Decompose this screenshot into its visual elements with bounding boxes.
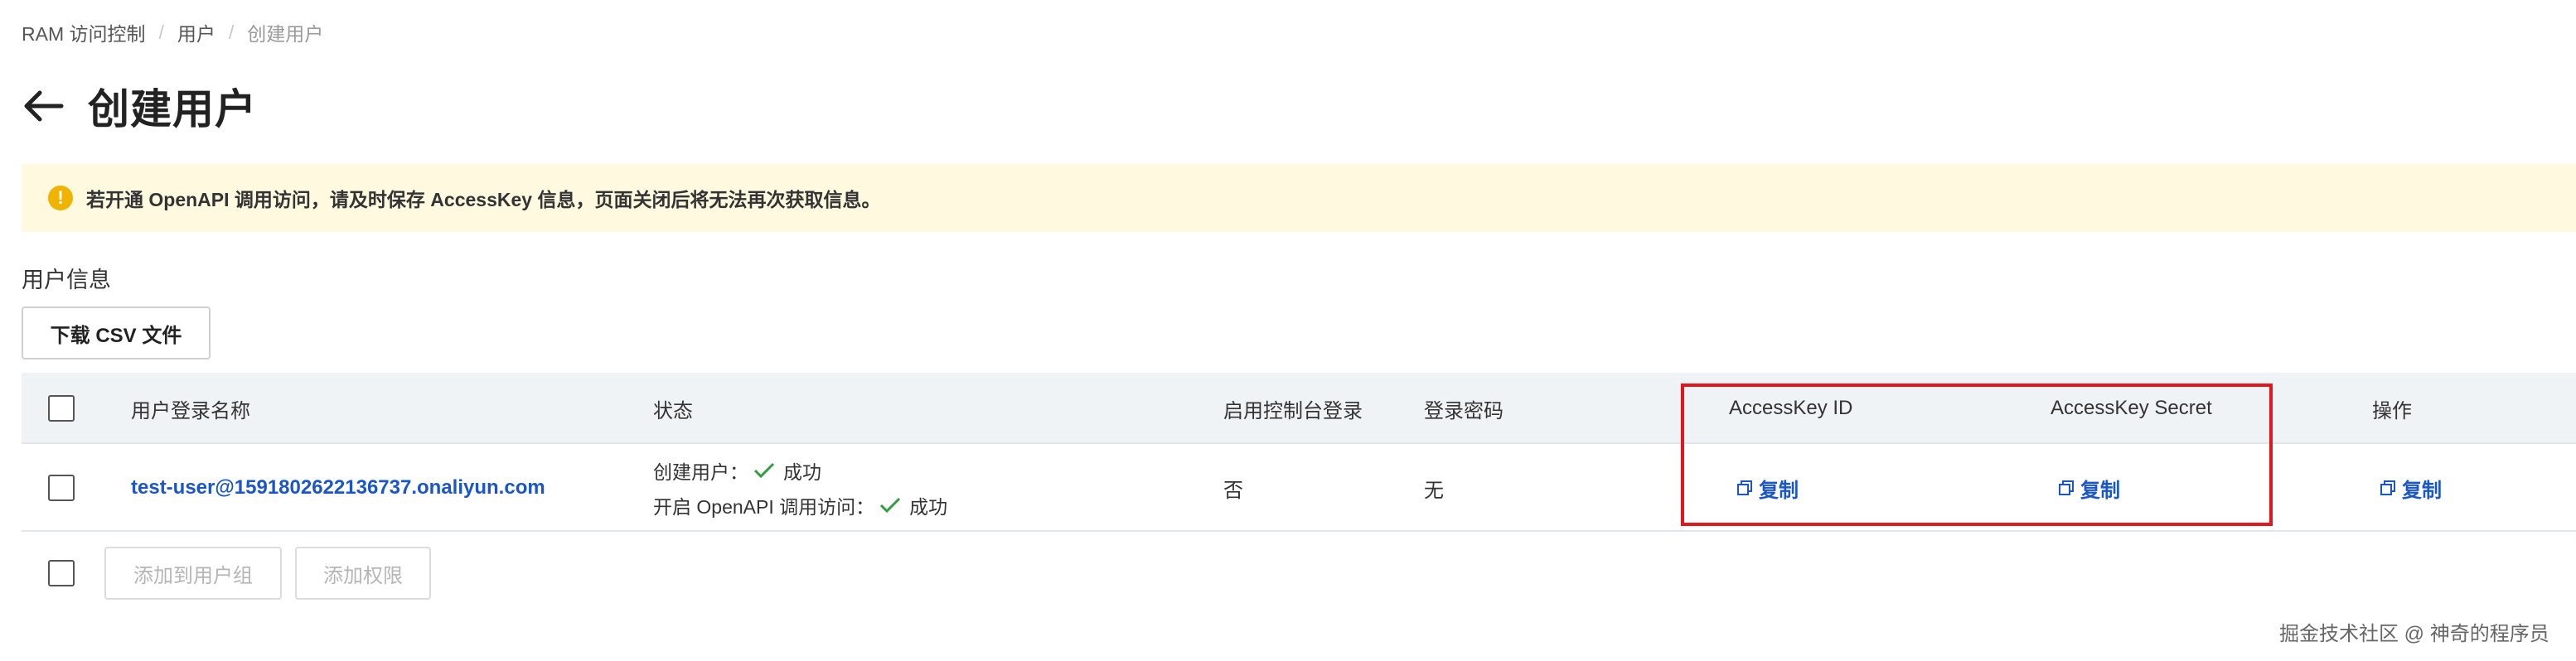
select-all-checkbox[interactable] (48, 395, 75, 422)
copy-icon (2380, 480, 2395, 495)
page-header: 创建用户 (22, 76, 257, 136)
status-label: 创建用户： (653, 461, 748, 483)
copy-accesskey-id-button[interactable]: 复制 (1737, 444, 1799, 532)
column-header-accesskey-secret: AccessKey Secret (2051, 397, 2212, 419)
status-openapi: 开启 OpenAPI 调用访问： 成功 (653, 491, 947, 519)
breadcrumb-separator: / (228, 21, 235, 43)
status-value: 成功 (909, 496, 948, 518)
breadcrumb-item-ram[interactable]: RAM 访问控制 (22, 18, 146, 46)
status-value: 成功 (783, 461, 821, 483)
breadcrumb-item-current: 创建用户 (247, 23, 324, 45)
table-row: test-user@1591802622136737.onaliyun.com … (22, 444, 2576, 532)
status-create-user: 创建用户： 成功 (653, 456, 821, 485)
check-icon (880, 497, 901, 514)
copy-label: 复制 (1759, 479, 1799, 502)
column-header-status: 状态 (653, 399, 693, 422)
status-cell: 创建用户： 成功 开启 OpenAPI 调用访问： 成功 (653, 444, 947, 532)
add-to-group-button[interactable]: 添加到用户组 (104, 547, 282, 600)
arrow-left-icon[interactable] (22, 88, 65, 124)
copy-operation-button[interactable]: 复制 (2380, 444, 2442, 532)
console-login-value: 否 (1223, 479, 1243, 502)
check-icon (753, 462, 775, 479)
column-header-operation: 操作 (2372, 399, 2412, 422)
user-login-name-link[interactable]: test-user@1591802622136737.onaliyun.com (131, 444, 545, 532)
copy-icon (1737, 480, 1752, 495)
copy-label: 复制 (2080, 479, 2120, 502)
add-permission-button[interactable]: 添加权限 (295, 547, 431, 600)
alert-text: 若开通 OpenAPI 调用访问，请及时保存 AccessKey 信息，页面关闭… (86, 189, 881, 210)
batch-select-checkbox[interactable] (48, 560, 75, 586)
column-header-console-login: 启用控制台登录 (1223, 399, 1363, 422)
warning-icon: ! (48, 186, 73, 210)
copy-icon (2059, 480, 2074, 495)
download-csv-button[interactable]: 下载 CSV 文件 (22, 306, 211, 359)
column-header-login-name: 用户登录名称 (131, 399, 250, 422)
row-checkbox[interactable] (48, 475, 75, 501)
status-label: 开启 OpenAPI 调用访问： (653, 496, 875, 518)
page-title: 创建用户 (88, 86, 257, 133)
column-header-password: 登录密码 (1424, 399, 1503, 422)
warning-alert: ! 若开通 OpenAPI 调用访问，请及时保存 AccessKey 信息，页面… (22, 164, 2576, 232)
breadcrumb-separator: / (158, 21, 164, 43)
table-header: 用户登录名称 状态 启用控制台登录 登录密码 AccessKey ID Acce… (22, 373, 2576, 444)
password-value: 无 (1424, 479, 1444, 502)
breadcrumb: RAM 访问控制 / 用户 / 创建用户 (22, 18, 323, 46)
watermark: 掘金技术社区 @ 神奇的程序员 (2279, 623, 2549, 645)
copy-accesskey-secret-button[interactable]: 复制 (2059, 444, 2120, 532)
copy-label: 复制 (2402, 479, 2442, 502)
section-title: 用户信息 (22, 268, 111, 292)
column-header-accesskey-id: AccessKey ID (1729, 397, 1853, 419)
breadcrumb-item-users[interactable]: 用户 (177, 18, 215, 46)
